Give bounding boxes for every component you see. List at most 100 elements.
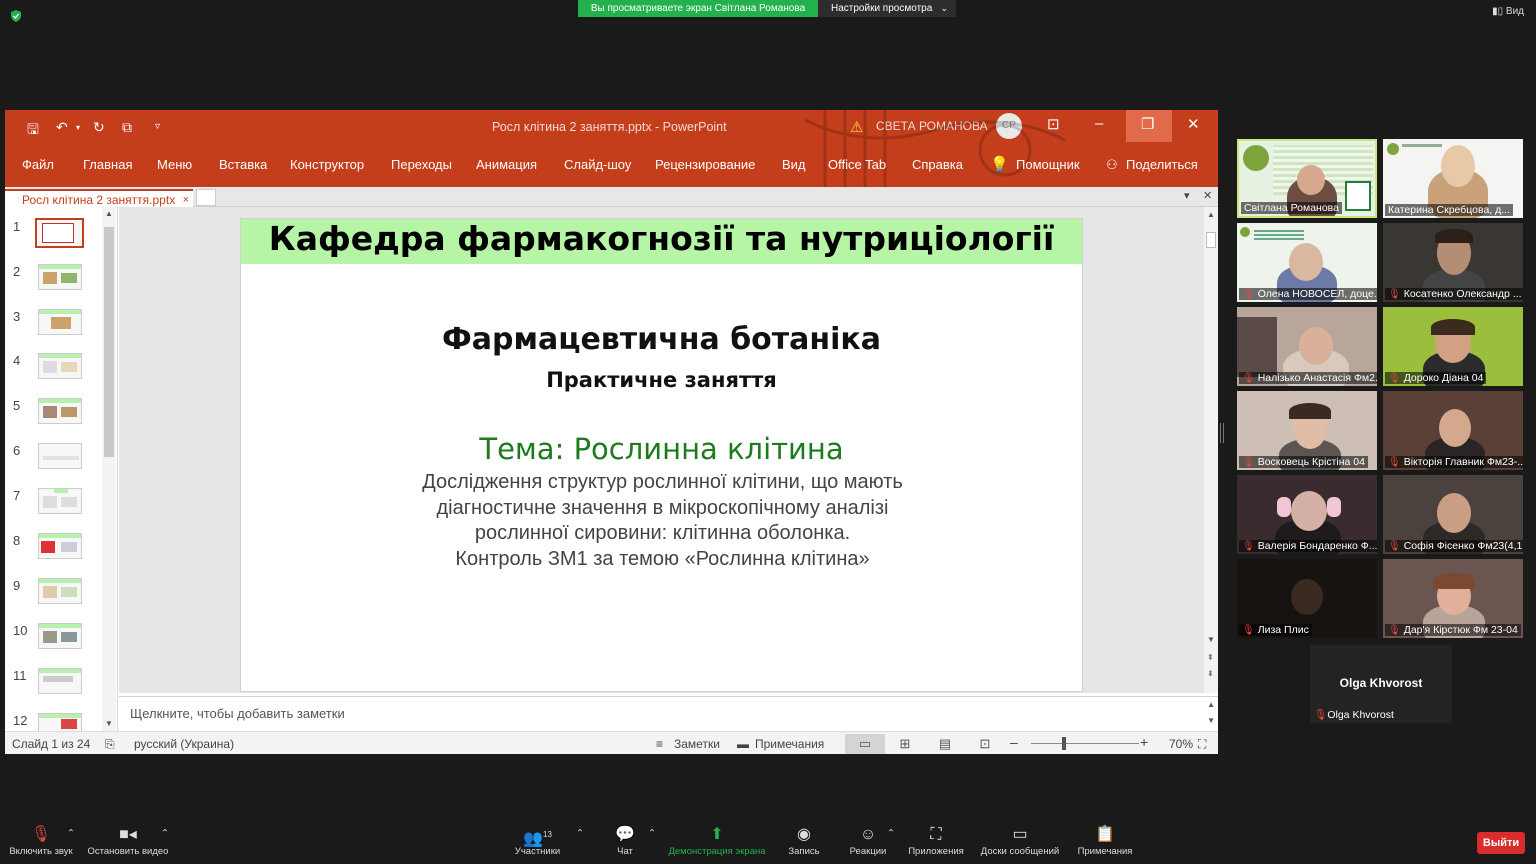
chat-options-chevron-icon[interactable]: ⌃ (648, 828, 656, 839)
tab-animations[interactable]: Анимация (476, 157, 537, 172)
participant-video[interactable]: 🎙 Дар'я Кірстюк Фм 23-04 (1383, 559, 1523, 638)
slide-sorter-icon[interactable]: ⊞ (885, 734, 925, 754)
leave-button[interactable]: Выйти (1477, 832, 1525, 854)
zoom-in-icon[interactable]: + (1140, 734, 1148, 750)
participant-video[interactable]: 🎙 Восковець Крістіна 04 (1237, 391, 1377, 470)
notes-pane[interactable]: Щелкните, чтобы добавить заметки ▲ ▼ (119, 696, 1218, 728)
panel-splitter[interactable] (1220, 423, 1224, 443)
share-screen-button[interactable]: ⬆ Демонстрация экрана (667, 826, 767, 857)
participant-video[interactable]: Olga Khvorost 🎙Olga Khvorost (1310, 645, 1452, 723)
participants-options-chevron-icon[interactable]: ⌃ (576, 828, 584, 839)
tab-office-tab[interactable]: Office Tab (828, 157, 886, 172)
scroll-up-icon[interactable]: ▲ (1207, 700, 1215, 709)
participant-video[interactable]: Катерина Скребцова, д... (1383, 139, 1523, 218)
normal-view-icon[interactable]: ▭ (845, 734, 885, 754)
unmute-button[interactable]: 🎙 Включить звук (8, 826, 74, 857)
scroll-up-icon[interactable]: ▲ (105, 209, 113, 218)
stop-video-button[interactable]: ■◂ Остановить видео (86, 826, 170, 857)
reading-view-icon[interactable]: ▤ (925, 734, 965, 754)
participant-video[interactable]: 🎙 Олена НОВОСЕЛ, доце... (1237, 223, 1377, 302)
current-slide[interactable]: Кафедра фармакогнозії та нутриціології Ф… (240, 218, 1083, 692)
participant-video[interactable]: 🎙 Софія Фісенко Фм23(4,1... (1383, 475, 1523, 554)
tab-slideshow[interactable]: Слайд-шоу (564, 157, 631, 172)
tab-view[interactable]: Вид (782, 157, 806, 172)
reactions-options-chevron-icon[interactable]: ⌃ (887, 828, 895, 839)
save-icon[interactable]: 🖫 (27, 119, 39, 143)
editor-scrollbar[interactable]: ▲ ▼ ⇞ ⇟ (1204, 207, 1218, 693)
slide-thumbnail[interactable] (38, 398, 82, 424)
whiteboards-button[interactable]: ▭ Доски сообщений (978, 826, 1062, 857)
customize-toolbar-icon[interactable]: ▿ (155, 121, 160, 132)
video-options-chevron-icon[interactable]: ⌃ (161, 828, 169, 839)
document-tab[interactable]: Росл клітина 2 заняття.pptx × (5, 189, 193, 207)
participant-video[interactable]: 🎙 Валерія Бондаренко Ф... (1237, 475, 1377, 554)
close-icon[interactable]: ✕ (1187, 115, 1200, 133)
view-settings-dropdown[interactable]: Настройки просмотра ⌄ (818, 0, 956, 17)
scrollbar-thumb[interactable] (104, 227, 114, 457)
slideshow-start-icon[interactable]: ⧉ (122, 119, 132, 136)
participant-video[interactable]: 🎙 Вікторія Главник Фм23-... (1383, 391, 1523, 470)
share-button[interactable]: Поделиться (1126, 157, 1198, 172)
scroll-down-icon[interactable]: ▼ (105, 719, 113, 728)
tab-design[interactable]: Конструктор (290, 157, 364, 172)
participant-video[interactable]: 🎙 Косатенко Олександр ... (1383, 223, 1523, 302)
slide-thumbnail[interactable] (35, 218, 84, 248)
zoom-slider-knob[interactable] (1062, 737, 1066, 750)
accessibility-icon[interactable]: ⎘ (105, 737, 115, 752)
slide-thumbnail[interactable] (38, 264, 82, 290)
participant-video[interactable]: 🎙 Лиза Плис (1237, 559, 1377, 638)
comments-toggle[interactable]: Примечания (755, 737, 824, 751)
slide-thumbnails-pane[interactable]: 1 2 3 4 5 6 7 8 9 10 11 12 ▲ ▼ (5, 207, 118, 731)
scroll-down-icon[interactable]: ▼ (1207, 635, 1215, 644)
participant-video[interactable]: Світлана Романова (1237, 139, 1377, 218)
minimize-icon[interactable]: – (1095, 115, 1103, 132)
reactions-button[interactable]: ☺ Реакции (848, 826, 888, 857)
restore-icon[interactable]: ❐ (1141, 115, 1154, 133)
notes-toggle[interactable]: Заметки (674, 737, 720, 751)
scroll-up-icon[interactable]: ▲ (1207, 210, 1215, 219)
record-button[interactable]: ◉ Запись (786, 826, 822, 857)
tab-menu[interactable]: Меню (157, 157, 192, 172)
notes-button[interactable]: 📋 Примечания (1076, 826, 1134, 857)
slide-thumbnail[interactable] (38, 668, 82, 694)
participant-video[interactable]: 🎙 Налізько Анастасія Фм2... (1237, 307, 1377, 386)
thumbnails-scrollbar[interactable]: ▲ ▼ (102, 207, 116, 731)
language-indicator[interactable]: русский (Украина) (134, 737, 234, 751)
zoom-slider[interactable] (1031, 743, 1139, 744)
slide-thumbnail[interactable] (38, 443, 82, 469)
zoom-out-icon[interactable]: – (1010, 734, 1018, 750)
undo-icon[interactable]: ↶ (56, 119, 68, 136)
redo-icon[interactable]: ↻ (93, 119, 105, 136)
tab-transitions[interactable]: Переходы (391, 157, 452, 172)
slide-thumbnail[interactable] (38, 713, 82, 731)
apps-button[interactable]: ⛶ Приложения (906, 826, 966, 857)
slide-thumbnail[interactable] (38, 309, 82, 335)
tab-file[interactable]: Файл (22, 157, 54, 172)
scrollbar-thumb[interactable] (1206, 232, 1216, 248)
chat-button[interactable]: 💬 Чат (612, 826, 638, 857)
participants-button[interactable]: 👥13 Участники (510, 826, 565, 857)
close-all-tabs-icon[interactable]: ✕ (1203, 189, 1212, 202)
view-button[interactable]: ▮▯ Вид (1492, 6, 1524, 17)
scroll-down-icon[interactable]: ▼ (1207, 716, 1215, 725)
slide-thumbnail[interactable] (38, 353, 82, 379)
new-tab-button[interactable] (196, 189, 216, 206)
slide-thumbnail[interactable] (38, 533, 82, 559)
participant-video[interactable]: 🎙 Дороко Діана 04 (1383, 307, 1523, 386)
slide-thumbnail[interactable] (38, 578, 82, 604)
tab-insert[interactable]: Вставка (219, 157, 267, 172)
notes-placeholder[interactable]: Щелкните, чтобы добавить заметки (130, 706, 345, 721)
slide-thumbnail[interactable] (38, 488, 82, 514)
tab-help[interactable]: Справка (912, 157, 963, 172)
tab-assistant[interactable]: Помощник (1016, 157, 1080, 172)
next-slide-icon[interactable]: ⇟ (1207, 669, 1214, 678)
zoom-level[interactable]: 70% (1169, 737, 1193, 751)
tab-list-icon[interactable]: ▾ (1184, 189, 1190, 202)
tab-review[interactable]: Рецензирование (655, 157, 755, 172)
slide-thumbnail[interactable] (38, 623, 82, 649)
audio-options-chevron-icon[interactable]: ⌃ (67, 828, 75, 839)
slideshow-view-icon[interactable]: ⊡ (965, 734, 1005, 754)
previous-slide-icon[interactable]: ⇞ (1207, 653, 1214, 662)
fit-slide-icon[interactable]: ⛶ (1198, 737, 1206, 752)
security-shield-icon[interactable] (10, 10, 22, 22)
